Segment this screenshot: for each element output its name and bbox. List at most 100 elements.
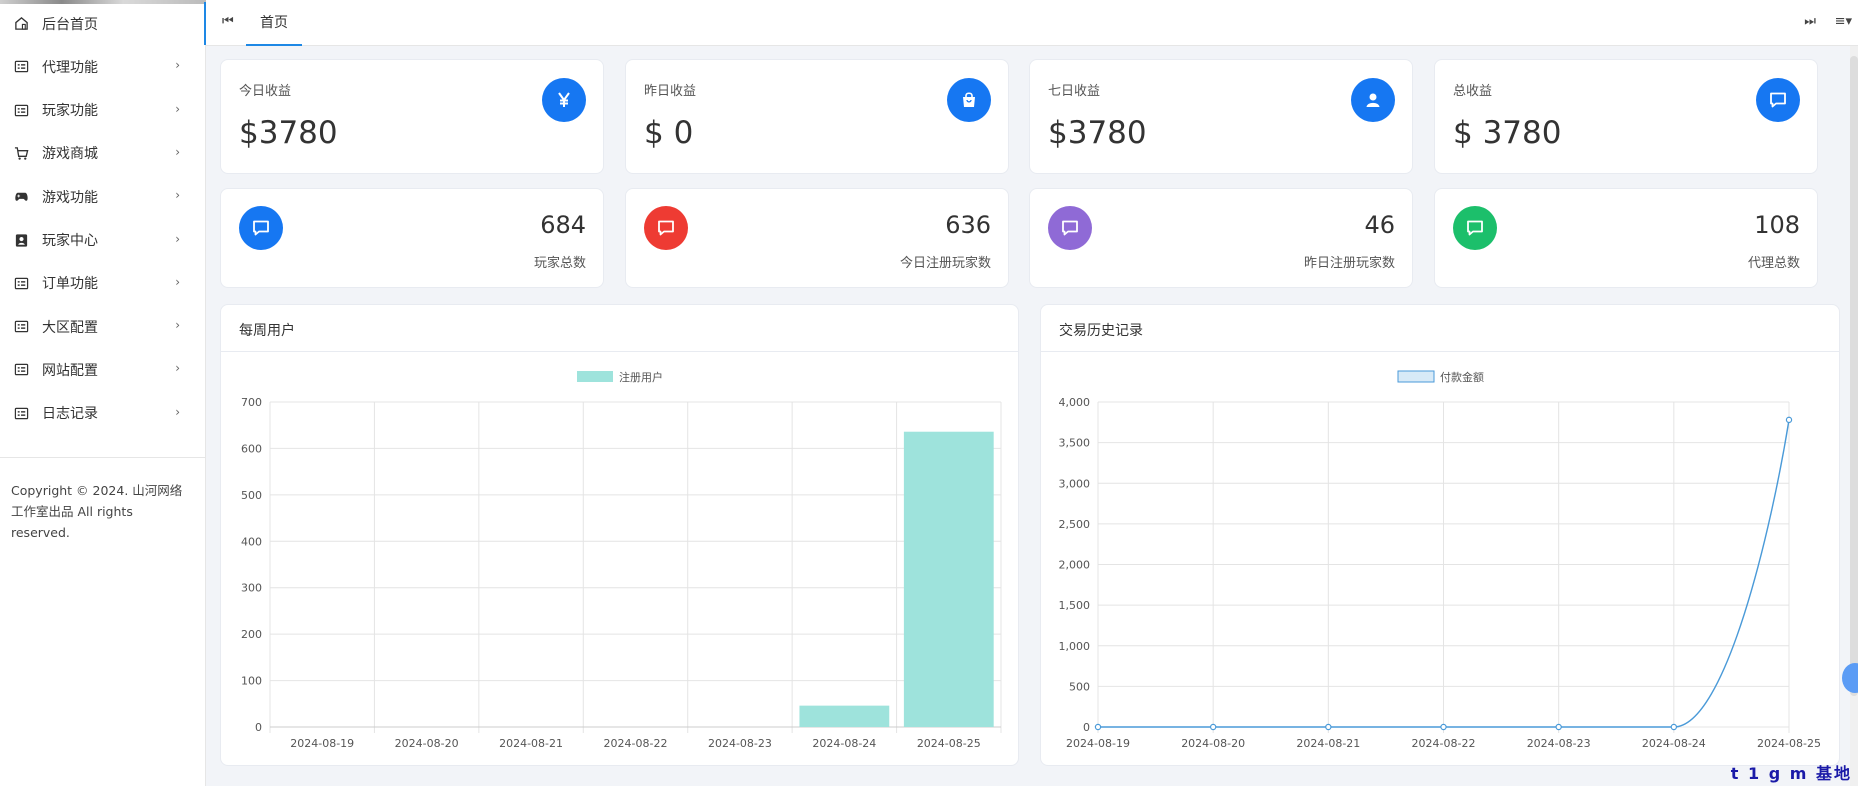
x-tick-label: 2024-08-20 [1181, 737, 1245, 750]
chevron-right-icon: › [175, 58, 180, 73]
tab-scroll-right-button[interactable]: ⏭ [1804, 14, 1816, 29]
stat-card: 总收益 $ 3780 [1434, 59, 1818, 174]
y-tick-label: 1,500 [1059, 599, 1091, 612]
weekly-users-chart: 0 100 200 300 400 500 600 700 2024-08-19 2024-08-… [241, 370, 1002, 750]
x-tick-label: 2024-08-21 [1296, 737, 1360, 750]
sidebar-item-6[interactable]: 订单功能 › [0, 262, 206, 305]
count-value: 636 [945, 211, 991, 239]
sidebar-item-label: 网站配置 [42, 362, 98, 379]
y-tick-label: 0 [1083, 721, 1090, 734]
sidebar-item-label: 大区配置 [42, 319, 98, 336]
stat-value: $3780 [1048, 115, 1147, 151]
list-icon [12, 58, 30, 76]
sidebar-item-8[interactable]: 网站配置 › [0, 348, 206, 391]
stat-value: $3780 [239, 115, 338, 151]
legend-label: 付款金额 [1440, 370, 1484, 384]
data-point [1440, 723, 1447, 731]
data-point [1785, 416, 1793, 424]
sidebar-item-9[interactable]: 日志记录 › [0, 392, 206, 435]
shopping-bag-icon [947, 78, 991, 122]
sidebar-item-2[interactable]: 玩家功能 › [0, 89, 206, 132]
y-tick-label: 1,000 [1059, 640, 1091, 653]
y-tick-label: 300 [241, 582, 262, 595]
x-tick-label: 2024-08-22 [1412, 737, 1476, 750]
chevron-right-icon: › [175, 144, 180, 159]
x-tick-label: 2024-08-19 [1066, 737, 1130, 750]
y-tick-label: 4,000 [1059, 396, 1091, 409]
watermark: t 1 g m 基地 [1730, 764, 1852, 783]
y-tick-label: 2,500 [1059, 518, 1091, 531]
sidebar-item-3[interactable]: 游戏商城 › [0, 132, 206, 175]
user-icon [1351, 78, 1395, 122]
list-icon [12, 101, 30, 119]
count-label: 代理总数 [1747, 256, 1800, 271]
sidebar-item-1[interactable]: 代理功能 › [0, 45, 206, 88]
sidebar-item-0[interactable]: 后台首页 [0, 2, 206, 45]
cart-icon [12, 144, 30, 162]
x-tick-label: 2024-08-19 [290, 737, 354, 750]
chat-icon [1453, 206, 1497, 250]
list-icon [12, 404, 30, 422]
bar [799, 705, 890, 727]
stat-card: 今日收益 $3780 [220, 59, 604, 174]
legend-label: 注册用户 [619, 370, 663, 384]
stat-title: 昨日收益 [644, 84, 697, 99]
stat-card: 昨日收益 $ 0 [625, 59, 1009, 174]
x-tick-label: 2024-08-21 [499, 737, 563, 750]
x-tick-label: 2024-08-23 [1527, 737, 1591, 750]
tab-scroll-left-button[interactable]: ⏮ [222, 14, 234, 29]
chat-icon [1048, 206, 1092, 250]
sidebar-item-label: 订单功能 [42, 276, 98, 293]
x-tick-label: 2024-08-25 [917, 737, 981, 750]
x-tick-label: 2024-08-24 [1642, 737, 1706, 750]
x-tick-label: 2024-08-25 [1757, 737, 1821, 750]
home-icon [12, 15, 30, 33]
data-point [1555, 723, 1562, 731]
sidebar-item-4[interactable]: 游戏功能 › [0, 175, 206, 218]
sidebar-item-label: 游戏商城 [42, 146, 98, 163]
bar [903, 431, 994, 727]
stat-value: $ 3780 [1453, 115, 1562, 151]
y-tick-label: 200 [241, 628, 262, 641]
sidebar-item-label: 玩家中心 [42, 233, 98, 249]
data-point [1094, 723, 1102, 731]
count-label: 今日注册玩家数 [899, 256, 991, 271]
sidebar-item-7[interactable]: 大区配置 › [0, 305, 206, 348]
panel-title: 交易历史记录 [1059, 323, 1143, 339]
count-card: 636 今日注册玩家数 [625, 188, 1009, 288]
count-label: 玩家总数 [533, 256, 586, 271]
y-tick-label: 500 [241, 489, 262, 502]
y-tick-label: 3,000 [1059, 477, 1091, 490]
chevron-right-icon: › [175, 274, 180, 289]
chat-icon [1756, 78, 1800, 122]
scrollbar-thumb[interactable] [1850, 56, 1858, 696]
panel-title: 每周用户 [239, 323, 295, 339]
tab-home[interactable]: 首页 [246, 0, 302, 46]
x-tick-label: 2024-08-23 [708, 737, 772, 750]
chat-icon [644, 206, 688, 250]
sidebar-item-label: 玩家功能 [42, 103, 98, 120]
chevron-right-icon: › [175, 188, 180, 203]
chevron-right-icon: › [175, 404, 180, 419]
list-icon [12, 361, 30, 379]
data-point [1209, 723, 1217, 731]
sidebar-item-5[interactable]: 玩家中心 › [0, 219, 206, 262]
weekly-users-panel: 每周用户 0 100 200 300 400 500 600 700 2024-08-19 202… [220, 304, 1019, 766]
chevron-right-icon: › [175, 101, 180, 116]
count-value: 684 [540, 211, 586, 239]
tab-menu-button[interactable]: ≡▾ [1835, 14, 1852, 29]
legend-swatch [577, 371, 613, 382]
sidebar-item-label: 游戏功能 [42, 189, 98, 206]
stat-title: 七日收益 [1048, 84, 1101, 99]
list-icon [12, 274, 30, 292]
count-value: 108 [1754, 211, 1800, 239]
sidebar-item-label: 后台首页 [42, 16, 98, 33]
chevron-right-icon: › [175, 318, 180, 333]
y-tick-label: 100 [241, 675, 262, 688]
chevron-right-icon: › [175, 361, 180, 376]
x-tick-label: 2024-08-22 [604, 737, 668, 750]
floating-action-button[interactable] [1842, 663, 1858, 693]
y-tick-label: 400 [241, 535, 262, 548]
stat-value: $ 0 [644, 115, 694, 151]
yen-icon [542, 78, 586, 122]
